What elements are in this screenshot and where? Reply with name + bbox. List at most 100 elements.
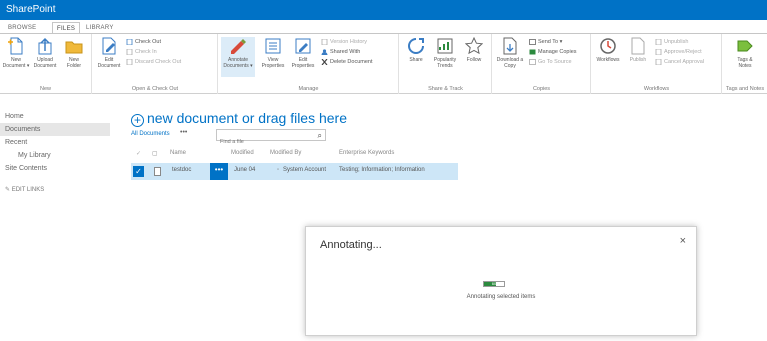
row-more-button[interactable]: ••• — [210, 163, 228, 180]
plus-icon: + — [131, 114, 144, 127]
publish-icon — [631, 37, 645, 55]
view-selector[interactable]: All Documents — [131, 131, 170, 137]
new-document-label: New Document ▾ — [2, 57, 30, 69]
ribbon-tabs: BROWSE FILES LIBRARY — [0, 20, 767, 34]
group-label-share: Share & Track — [428, 86, 463, 92]
tags-notes-button[interactable]: Tags & Notes — [731, 37, 759, 69]
unpublish-button[interactable]: Unpublish — [655, 38, 688, 46]
column-header-enterprise-keywords[interactable]: Enterprise Keywords — [339, 150, 394, 156]
new-document-button[interactable]: New Document ▾ — [2, 37, 30, 69]
discard-icon — [126, 59, 133, 65]
send-to-label: Send To ▾ — [538, 39, 563, 45]
upload-document-button[interactable]: Upload Document — [31, 37, 59, 69]
row-name[interactable]: testdoc — [172, 167, 191, 173]
publish-button[interactable]: Publish — [624, 37, 652, 63]
check-in-icon — [126, 49, 133, 55]
download-copy-button[interactable]: Download a Copy — [495, 37, 525, 69]
row-keywords: Testing; Information; Information — [339, 167, 425, 173]
check-in-button[interactable]: Check In — [126, 48, 157, 56]
table-row[interactable]: ✓ testdoc ••• June 04 ▫ System Account T… — [131, 163, 458, 180]
new-document-link[interactable]: + new document or drag files here — [131, 110, 347, 127]
workflows-button[interactable]: Workflows — [594, 37, 622, 63]
annotating-dialog: Annotating... × 60 Annotating selected i… — [305, 226, 697, 336]
cancel-approval-icon — [655, 59, 662, 65]
edit-links-button[interactable]: ✎ EDIT LINKS — [0, 183, 110, 196]
progress-label: 60 — [491, 281, 497, 286]
new-folder-label: New Folder — [66, 57, 82, 69]
column-header-name[interactable]: Name — [170, 150, 186, 156]
tag-icon — [737, 40, 753, 52]
workflows-label: Workflows — [596, 57, 620, 63]
star-icon — [465, 37, 483, 55]
download-copy-label: Download a Copy — [496, 57, 524, 69]
follow-label: Follow — [466, 57, 482, 63]
new-document-icon — [8, 37, 23, 55]
column-header-modified[interactable]: Modified — [231, 150, 254, 156]
nav-item-site-contents[interactable]: Site Contents — [0, 162, 110, 175]
progress-message: Annotating selected items — [466, 294, 536, 300]
version-history-icon — [321, 39, 328, 45]
approve-reject-button[interactable]: Approve/Reject — [655, 48, 702, 56]
cancel-approval-label: Cancel Approval — [664, 59, 705, 65]
group-label-new: New — [39, 86, 51, 92]
follow-button[interactable]: Follow — [460, 37, 488, 63]
column-header-modified-by[interactable]: Modified By — [270, 150, 301, 156]
delete-document-label: Delete Document — [330, 59, 373, 65]
delete-document-button[interactable]: Delete Document — [321, 58, 373, 66]
brand-title[interactable]: SharePoint — [6, 4, 55, 15]
go-to-source-label: Go To Source — [538, 59, 572, 65]
shared-with-label: Shared With — [330, 49, 361, 55]
check-out-icon — [126, 39, 133, 45]
manage-copies-button[interactable]: Manage Copies — [529, 48, 577, 56]
send-to-button[interactable]: Send To ▾ — [529, 38, 562, 46]
doc-type-header-icon: ▢ — [152, 151, 158, 157]
trends-icon — [437, 38, 453, 54]
discard-check-out-button[interactable]: Discard Check Out — [126, 58, 181, 66]
select-all-checkmark[interactable]: ✓ — [136, 150, 141, 157]
presence-icon: ▫ — [277, 167, 280, 173]
row-modified-by[interactable]: System Account — [283, 167, 326, 173]
nav-item-documents[interactable]: Documents — [0, 123, 110, 136]
upload-icon — [38, 37, 52, 55]
search-icon[interactable]: ⌕ — [318, 131, 322, 141]
view-properties-button[interactable]: View Properties — [259, 37, 287, 69]
edit-properties-button[interactable]: Edit Properties — [289, 37, 317, 69]
share-label: Share — [409, 57, 423, 63]
shared-with-button[interactable]: Shared With — [321, 48, 360, 56]
send-to-icon — [529, 39, 536, 45]
search-input[interactable] — [217, 137, 307, 147]
check-out-button[interactable]: Check Out — [126, 38, 161, 46]
go-to-source-button[interactable]: Go To Source — [529, 58, 572, 66]
ribbon: New Document ▾ Upload Document New Folde… — [0, 33, 767, 94]
ribbon-group-copies: Download a Copy Send To ▾ Manage Copies … — [493, 34, 591, 94]
nav-item-my-library[interactable]: My Library — [0, 149, 110, 162]
edit-document-button[interactable]: Edit Document — [95, 37, 123, 69]
cancel-approval-button[interactable]: Cancel Approval — [655, 58, 704, 66]
delete-icon — [321, 59, 328, 65]
upload-document-label: Upload Document — [33, 57, 57, 69]
download-icon — [503, 37, 517, 55]
ribbon-group-new: New Document ▾ Upload Document New Folde… — [0, 34, 92, 94]
ribbon-group-share: Share Popularity Trends Follow Share & T… — [400, 34, 492, 94]
annotate-documents-button[interactable]: Annotate Documents ▾ — [221, 37, 255, 77]
go-to-source-icon — [529, 59, 536, 65]
edit-document-label: Edit Document — [97, 57, 121, 69]
nav-item-home[interactable]: Home — [0, 110, 110, 123]
ribbon-group-manage: Annotate Documents ▾ View Properties Edi… — [219, 34, 399, 94]
document-icon — [154, 167, 161, 176]
publish-label: Publish — [629, 57, 647, 63]
view-more-button[interactable]: ••• — [180, 129, 187, 136]
group-label-manage: Manage — [298, 86, 319, 92]
nav-item-recent[interactable]: Recent — [0, 136, 110, 149]
annotate-documents-label: Annotate Documents ▾ — [223, 57, 253, 69]
approve-reject-icon — [655, 49, 662, 55]
popularity-trends-button[interactable]: Popularity Trends — [431, 37, 459, 69]
row-checkbox[interactable]: ✓ — [133, 166, 144, 177]
share-button[interactable]: Share — [402, 37, 430, 63]
new-folder-button[interactable]: New Folder — [60, 37, 88, 69]
version-history-button[interactable]: Version History — [321, 38, 367, 46]
group-label-open: Open & Check Out — [131, 86, 179, 92]
share-icon — [408, 38, 424, 54]
close-icon[interactable]: × — [680, 235, 686, 247]
manage-copies-icon — [529, 49, 536, 55]
